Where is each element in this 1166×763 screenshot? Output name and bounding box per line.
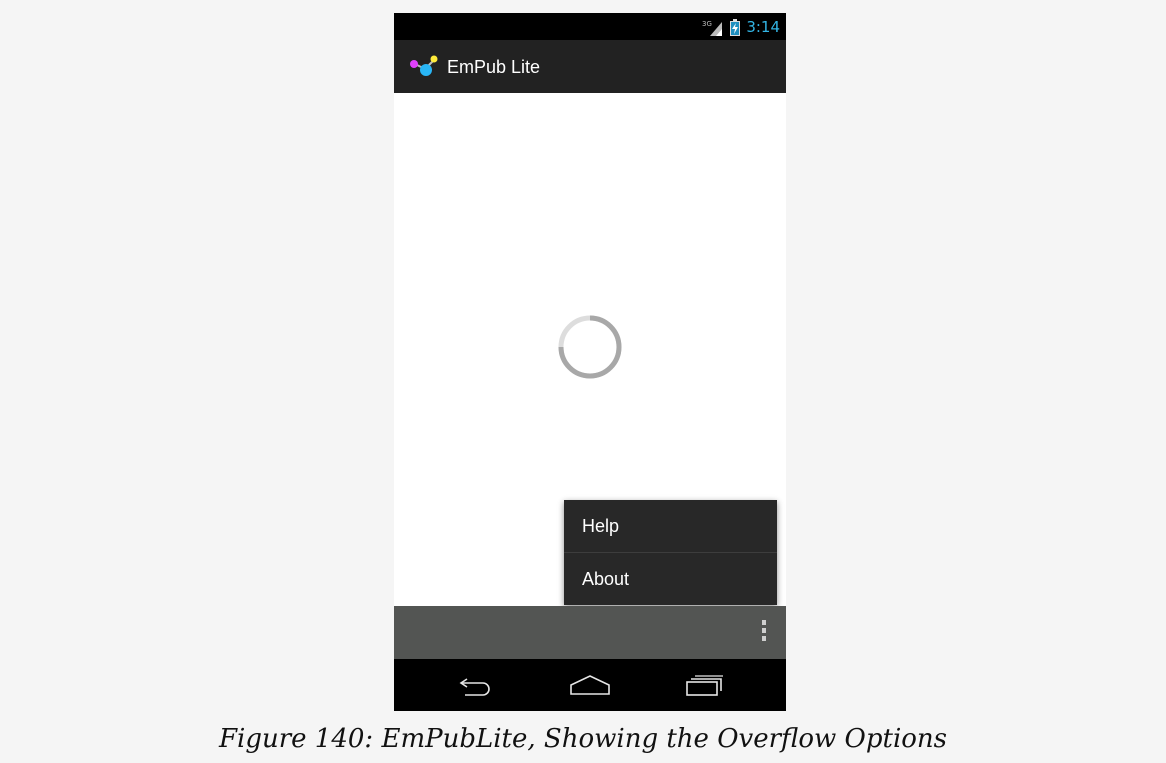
recents-button[interactable] xyxy=(675,669,735,701)
device-screen: 3G 3:14 EmPub Lite Help About xyxy=(394,13,786,711)
app-logo-icon[interactable] xyxy=(409,55,439,77)
back-button[interactable] xyxy=(445,669,505,701)
back-icon xyxy=(459,678,490,696)
status-bar: 3G 3:14 xyxy=(394,13,786,40)
signal-icon: 3G xyxy=(702,20,723,36)
figure-caption: Figure 140: EmPubLite, Showing the Overf… xyxy=(218,724,947,754)
status-time: 3:14 xyxy=(746,18,780,36)
menu-item-about[interactable]: About xyxy=(564,553,777,605)
status-icons: 3G 3:14 xyxy=(702,17,780,37)
overflow-menu: Help About xyxy=(564,500,777,605)
home-icon xyxy=(570,675,610,695)
navigation-bar xyxy=(394,659,786,711)
recents-icon xyxy=(686,675,723,696)
split-action-bar xyxy=(394,606,786,659)
action-bar: EmPub Lite xyxy=(394,40,786,93)
progress-spinner xyxy=(558,315,622,379)
battery-charging-icon xyxy=(730,18,741,36)
svg-text:3G: 3G xyxy=(702,20,712,28)
app-title: EmPub Lite xyxy=(447,57,541,77)
overflow-dots-icon[interactable] xyxy=(760,620,768,646)
home-button[interactable] xyxy=(560,669,620,701)
menu-item-help[interactable]: Help xyxy=(564,500,777,552)
